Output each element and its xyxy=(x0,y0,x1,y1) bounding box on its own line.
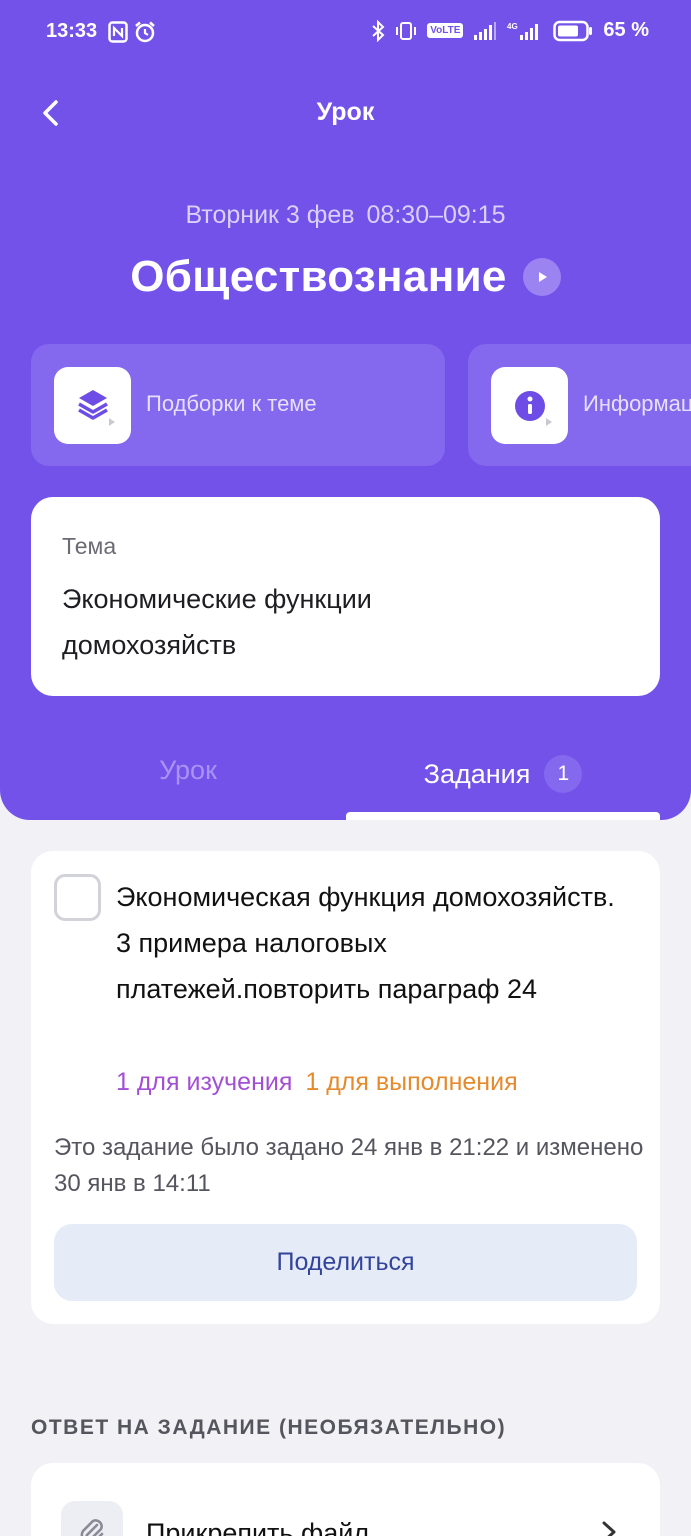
answer-section-heading: ОТВЕТ НА ЗАДАНИЕ (НЕОБЯЗАТЕЛЬНО) xyxy=(31,1416,507,1439)
lesson-time: Вторник 3 фев 08:30–09:15 xyxy=(0,201,691,230)
svg-text:4G: 4G xyxy=(507,22,518,31)
vibrate-icon xyxy=(396,21,417,40)
battery-icon xyxy=(553,20,593,41)
screen: 13:33 VoLTE 4G 65 % Урок Вторник 3 фев 0… xyxy=(0,0,691,1536)
subject-row: Обществознание xyxy=(0,252,691,302)
attach-file-row[interactable]: Прикрепить файл xyxy=(31,1463,660,1536)
status-right-group: VoLTE 4G 65 % xyxy=(371,19,649,42)
task-do-count[interactable]: 1 для выполнения xyxy=(305,1068,517,1096)
attach-file-label: Прикрепить файл xyxy=(146,1518,370,1536)
active-tab-indicator xyxy=(346,812,660,820)
tab-lesson[interactable]: Урок xyxy=(0,755,376,786)
task-card: Экономическая функция домохозяйств. 3 пр… xyxy=(31,851,660,1324)
status-left-icons xyxy=(108,21,156,43)
collections-card[interactable]: Подборки к теме xyxy=(31,344,445,466)
lesson-day: Вторник 3 фев xyxy=(185,201,355,229)
task-study-count[interactable]: 1 для изучения xyxy=(116,1068,292,1096)
volte-icon: VoLTE xyxy=(427,23,464,38)
information-label: Информация xyxy=(583,391,691,416)
tasks-count-badge: 1 xyxy=(544,755,583,793)
task-meta: 1 для изучения 1 для выполнения xyxy=(116,1068,518,1097)
info-icon xyxy=(491,367,568,444)
4g-signal-icon: 4G xyxy=(507,22,539,40)
task-checkbox[interactable] xyxy=(54,874,101,921)
nav-title: Урок xyxy=(316,98,375,126)
alarm-icon xyxy=(135,21,155,43)
collections-label: Подборки к теме xyxy=(146,391,317,416)
battery-percent: 65 % xyxy=(603,19,649,41)
tab-tasks[interactable]: Задания 1 xyxy=(346,755,660,793)
layers-icon xyxy=(54,367,131,444)
lesson-time-range: 08:30–09:15 xyxy=(366,201,506,229)
nfc-icon xyxy=(108,21,128,43)
status-bar: 13:33 VoLTE 4G 65 % xyxy=(0,0,691,68)
tab-tasks-label: Задания xyxy=(423,758,531,789)
bluetooth-icon xyxy=(372,19,385,42)
subject-title: Обществознание xyxy=(130,252,507,301)
topic-label: Тема xyxy=(62,533,117,559)
signal-icon xyxy=(474,21,497,40)
paperclip-icon xyxy=(61,1501,123,1536)
status-time: 13:33 xyxy=(46,20,98,42)
share-button[interactable]: Поделиться xyxy=(54,1224,637,1301)
chevron-right-icon xyxy=(602,1521,616,1536)
task-info: Это задание было задано 24 янв в 21:22 и… xyxy=(54,1134,644,1197)
topic-card: Тема Экономические функции домохозяйств xyxy=(31,497,660,696)
information-card[interactable]: Информация xyxy=(468,344,691,466)
play-icon[interactable] xyxy=(522,258,561,296)
topic-text: Экономические функции домохозяйств xyxy=(62,584,372,660)
task-title: Экономическая функция домохозяйств. 3 пр… xyxy=(116,882,615,1004)
